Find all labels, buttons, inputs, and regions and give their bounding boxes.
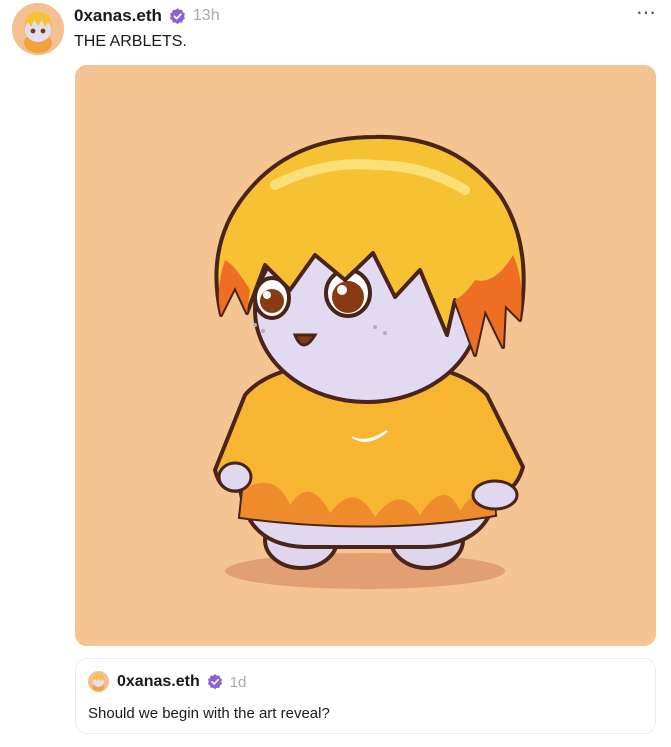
quoted-author-name[interactable]: 0xanas.eth bbox=[117, 673, 200, 691]
verified-badge-icon bbox=[207, 674, 222, 690]
post-image[interactable] bbox=[75, 65, 656, 646]
post-text: THE ARBLETS. bbox=[74, 33, 187, 50]
more-options-icon[interactable]: ⋯ bbox=[636, 3, 657, 23]
quoted-post[interactable]: 0xanas.eth 1d Should we begin with the a… bbox=[75, 658, 656, 734]
author-name[interactable]: 0xanas.eth bbox=[74, 6, 162, 26]
quoted-post-header: 0xanas.eth 1d bbox=[117, 672, 246, 692]
post-time[interactable]: 13h bbox=[193, 7, 220, 25]
quoted-post-text: Should we begin with the art reveal? bbox=[88, 705, 330, 722]
character-illustration bbox=[75, 65, 656, 646]
quoted-post-time[interactable]: 1d bbox=[230, 674, 247, 691]
quoted-author-avatar[interactable] bbox=[88, 671, 109, 692]
author-avatar[interactable] bbox=[12, 3, 64, 55]
verified-badge-icon bbox=[169, 7, 185, 24]
post-header: 0xanas.eth 13h bbox=[74, 6, 220, 26]
